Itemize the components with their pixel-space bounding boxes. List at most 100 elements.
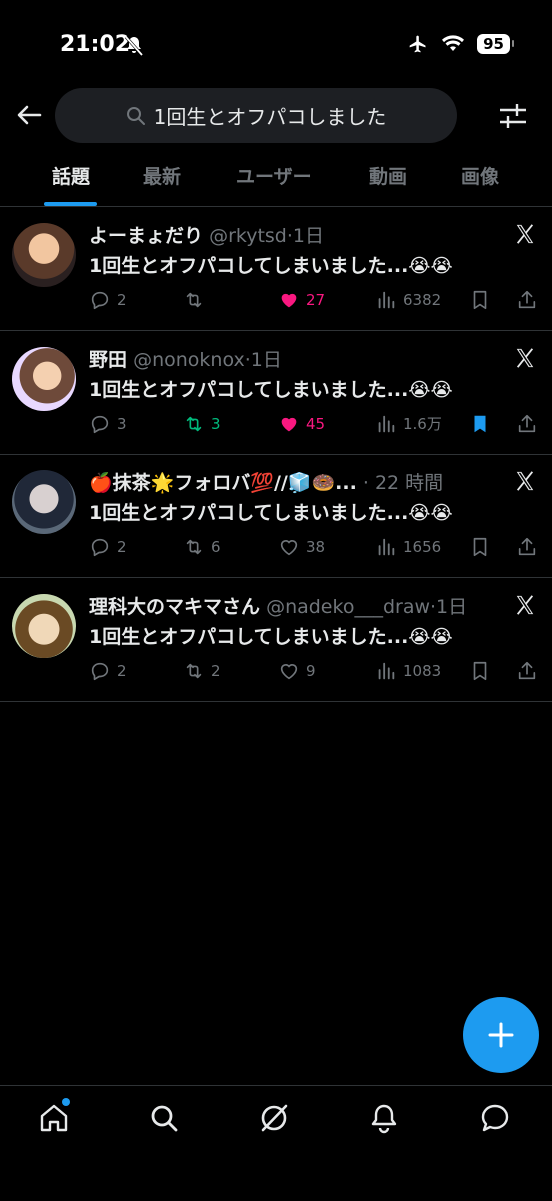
like-button[interactable]: 27 — [278, 289, 325, 311]
avatar[interactable] — [12, 470, 76, 534]
display-name[interactable]: よーまょだり — [89, 225, 203, 247]
bell-slash-icon — [124, 36, 144, 56]
compose-button[interactable] — [463, 997, 539, 1073]
x-logo-icon — [516, 594, 534, 615]
grok-icon[interactable] — [258, 1102, 290, 1134]
share-button[interactable] — [516, 289, 538, 311]
analytics-icon — [378, 291, 395, 309]
bottom-navigation — [0, 1085, 552, 1201]
tab-people[interactable]: ユーザー — [236, 162, 312, 189]
views-button[interactable]: 6382 — [375, 289, 441, 311]
retweet-icon — [186, 539, 202, 555]
reply-count: 2 — [117, 661, 127, 680]
tab-top[interactable]: 話題 — [52, 162, 90, 189]
x-logo-icon — [516, 224, 534, 244]
bookmark-button[interactable] — [469, 536, 491, 558]
x-logo-icon — [516, 471, 534, 491]
reply-button[interactable]: 2 — [89, 536, 127, 558]
tab-latest[interactable]: 最新 — [143, 162, 181, 189]
like-button[interactable]: 45 — [278, 413, 325, 435]
avatar[interactable] — [12, 223, 76, 287]
analytics-icon — [378, 538, 395, 556]
tab-videos[interactable]: 動画 — [369, 162, 407, 189]
bookmark-icon — [473, 537, 487, 557]
like-button[interactable]: 9 — [278, 660, 316, 682]
x-logo-icon — [516, 347, 534, 368]
retweet-count: 2 — [211, 661, 221, 680]
plus-icon — [488, 1022, 514, 1048]
tweet-header: 野田 @nonoknox·1日 — [89, 345, 492, 372]
user-handle: @nadeko___draw — [266, 595, 431, 618]
status-time: 21:02 — [60, 32, 131, 57]
tab-images[interactable]: 画像 — [461, 162, 499, 189]
bookmark-icon — [474, 415, 486, 432]
like-count: 45 — [306, 414, 326, 433]
heart-icon — [281, 293, 297, 308]
retweet-button[interactable]: 3 — [183, 413, 221, 435]
bookmark-button[interactable] — [469, 413, 491, 435]
avatar[interactable] — [12, 593, 76, 658]
like-count: 27 — [306, 291, 326, 309]
analytics-icon — [378, 415, 395, 432]
retweet-count: 6 — [211, 538, 221, 556]
filter-settings-icon[interactable] — [497, 100, 529, 132]
tweet-time: ·1日 — [244, 348, 282, 371]
share-icon — [518, 290, 536, 309]
display-name[interactable]: 🍎抹茶🌟フォロバ💯//🧊🍩... — [89, 472, 357, 494]
tweet-text: 1回生とオフパコしてしまいました...😭😭 — [89, 255, 453, 277]
reply-button[interactable]: 3 — [89, 413, 127, 435]
tweet-item[interactable]: 理科大のマキマさん @nadeko___draw·1日 1回生とオフパコしてしま… — [0, 578, 552, 702]
reply-icon — [91, 291, 109, 310]
bookmark-button[interactable] — [469, 660, 491, 682]
share-button[interactable] — [516, 660, 538, 682]
like-button[interactable]: 38 — [278, 536, 325, 558]
display-name[interactable]: 理科大のマキマさん — [89, 596, 260, 618]
tweet-text: 1回生とオフパコしてしまいました...😭😭 — [89, 378, 453, 401]
retweet-count: 3 — [211, 414, 221, 433]
display-name[interactable]: 野田 — [89, 349, 127, 371]
views-button[interactable]: 1.6万 — [375, 413, 442, 435]
retweet-button[interactable]: 2 — [183, 660, 221, 682]
notifications-bell-icon[interactable] — [368, 1102, 400, 1134]
share-button[interactable] — [516, 536, 538, 558]
user-handle: @rkytsd — [209, 225, 287, 247]
retweet-icon — [186, 292, 202, 308]
views-button[interactable]: 1656 — [375, 536, 441, 558]
tab-bar: 話題 最新 ユーザー 動画 画像 — [0, 150, 552, 207]
tweet-header: よーまょだり @rkytsd·1日 — [89, 221, 492, 248]
view-count: 1.6万 — [403, 415, 442, 433]
bookmark-button[interactable] — [469, 289, 491, 311]
tweet-header: 理科大のマキマさん @nadeko___draw·1日 — [89, 592, 492, 619]
search-input[interactable]: 1回生とオフパコしました — [55, 88, 457, 143]
view-count: 1656 — [403, 538, 442, 556]
search-icon — [126, 106, 145, 125]
heart-icon — [280, 540, 298, 556]
tweet-time: ·1日 — [430, 595, 468, 618]
tweet-text: 1回生とオフパコしてしまいました...😭😭 — [89, 502, 453, 524]
reply-button[interactable]: 2 — [89, 289, 127, 311]
tweet-text: 1回生とオフパコしてしまいました...😭😭 — [89, 625, 453, 648]
home-icon[interactable] — [38, 1102, 70, 1134]
messages-icon[interactable] — [479, 1102, 511, 1134]
tweet-actions: 3 3 45 1.6万 — [89, 413, 541, 443]
like-count: 9 — [306, 661, 316, 680]
retweet-button[interactable] — [183, 289, 211, 311]
tweet-actions: 2 6 38 1656 — [89, 536, 541, 566]
back-arrow-icon[interactable] — [14, 100, 44, 130]
reply-count: 2 — [117, 291, 127, 309]
search-nav-icon[interactable] — [148, 1102, 180, 1134]
retweet-button[interactable]: 6 — [183, 536, 221, 558]
views-button[interactable]: 1083 — [375, 660, 441, 682]
notification-dot — [62, 1098, 70, 1106]
search-query: 1回生とオフパコしました — [153, 105, 387, 129]
avatar[interactable] — [12, 346, 76, 411]
reply-icon — [91, 662, 109, 680]
share-button[interactable] — [516, 413, 538, 435]
airplane-icon — [409, 35, 426, 53]
tweet-item[interactable]: 野田 @nonoknox·1日 1回生とオフパコしてしまいました...😭😭 3 … — [0, 331, 552, 455]
tweet-item[interactable]: よーまょだり @rkytsd·1日 1回生とオフパコしてしまいました...😭😭 … — [0, 207, 552, 331]
tweet-item[interactable]: 🍎抹茶🌟フォロバ💯//🧊🍩... · 22 時間 1回生とオフパコしてしまいまし… — [0, 454, 552, 578]
user-handle: @nonoknox — [133, 348, 245, 371]
reply-button[interactable]: 2 — [89, 660, 127, 682]
heart-icon — [280, 663, 298, 679]
